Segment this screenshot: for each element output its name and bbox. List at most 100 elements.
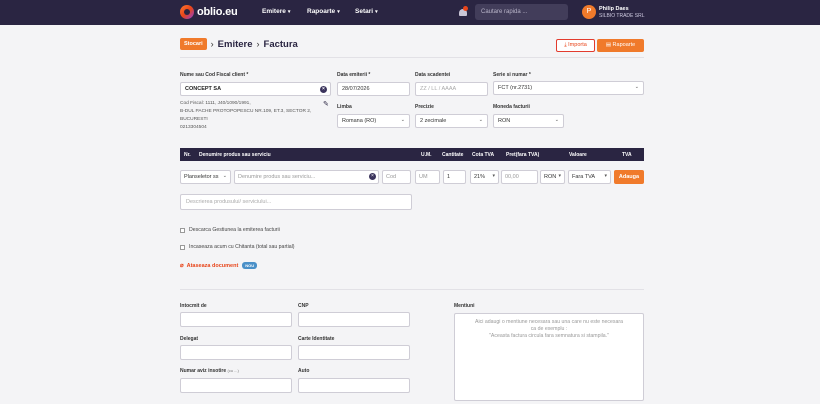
- paperclip-icon: ⌀: [180, 263, 184, 269]
- logo[interactable]: oblio.eu: [180, 5, 238, 19]
- issue-date-input[interactable]: 28/07/2026: [337, 82, 410, 96]
- unit-input[interactable]: UM: [415, 170, 440, 184]
- chevron-down-icon: ▾: [375, 9, 378, 15]
- download-icon: ⤓: [564, 42, 567, 48]
- currency-label: Moneda facturii: [493, 104, 530, 110]
- client-label: Nume sau Cod Fiscal client *: [180, 72, 249, 78]
- col-nr: Nr.: [184, 152, 191, 158]
- auto-label: Auto: [298, 368, 310, 374]
- col-um: U.M.: [421, 152, 432, 158]
- chevron-down-icon: ▾: [287, 9, 291, 15]
- chevron-down-icon: ▾: [558, 173, 561, 179]
- collect-receipt-checkbox[interactable]: Incaseaza acum cu Chitanta (total sau pa…: [180, 244, 295, 250]
- stock-badge[interactable]: Stocari: [180, 38, 207, 50]
- notes-placeholder-line: Aici adaugi o mentiune necesara sau una …: [475, 319, 623, 325]
- language-label: Limba: [337, 104, 352, 110]
- chevron-down-icon: ▾: [604, 173, 607, 179]
- edit-icon[interactable]: ✎: [323, 100, 331, 108]
- id-card-input[interactable]: [298, 345, 410, 360]
- chevron-down-icon: ▾: [337, 9, 340, 15]
- prepared-by-label: Intocmit de: [180, 303, 207, 309]
- checkbox-icon[interactable]: [180, 227, 185, 233]
- clear-icon[interactable]: ×: [320, 86, 327, 93]
- user-name[interactable]: Philip Daes: [599, 6, 629, 12]
- client-info-line: 0213304504: [180, 125, 207, 130]
- logo-icon: [180, 5, 194, 19]
- col-name: Denumire produs sau serviciu: [199, 152, 271, 158]
- page-title: Factura: [263, 38, 298, 50]
- nav-rapoarte[interactable]: Rapoarte ▾: [307, 8, 340, 15]
- product-code-input[interactable]: Cod: [382, 170, 411, 184]
- vat-type-select[interactable]: Fara TVA ▾: [568, 170, 611, 184]
- client-input[interactable]: CONCEPT SA ×: [180, 82, 331, 96]
- chevron-down-icon: ⌄: [634, 84, 639, 90]
- id-card-label: Carte Identitate: [298, 336, 335, 342]
- nav-setari[interactable]: Setari ▾: [355, 8, 378, 15]
- product-type-select[interactable]: Planseletor ss ⌄: [180, 170, 231, 184]
- breadcrumb: Stocari › Emitere › Factura: [180, 38, 298, 50]
- prepared-by-input[interactable]: [180, 312, 292, 327]
- divider: [180, 57, 644, 58]
- chevron-down-icon: ▾: [492, 173, 495, 179]
- products-table-header: Nr. Denumire produs sau serviciu U.M. Ca…: [180, 148, 644, 161]
- chevron-down-icon: ⌄: [478, 117, 483, 123]
- delegate-label: Delegat: [180, 336, 199, 342]
- chevron-down-icon: ⌄: [222, 173, 227, 179]
- notes-label: Mentiuni: [454, 303, 475, 309]
- col-qty: Cantitate: [442, 152, 464, 158]
- language-select[interactable]: Romana (RO) ⌄: [337, 114, 410, 128]
- vat-rate-select[interactable]: 21% ▾: [470, 170, 499, 184]
- chevron-right-icon: ›: [256, 39, 260, 49]
- checkbox-icon[interactable]: [180, 244, 185, 250]
- notes-placeholder-line: ca de exemplu :: [530, 326, 568, 332]
- cnp-input[interactable]: [298, 312, 410, 327]
- price-input[interactable]: 00,00: [501, 170, 538, 184]
- auto-input[interactable]: [298, 378, 410, 393]
- user-company: SILBIO TRADE SRL: [599, 13, 645, 19]
- notes-textarea[interactable]: Aici adaugi o mentiune necesara sau una …: [454, 313, 644, 401]
- import-button[interactable]: ⤓ Importa: [556, 39, 595, 52]
- client-info-line: B-DUL PACHE PROTOPOPESCU NR.109, ET.3, S…: [180, 109, 312, 114]
- series-label: Serie si numar *: [493, 72, 531, 78]
- col-vat-rate: Cota TVA: [472, 152, 495, 158]
- shipping-notice-input[interactable]: [180, 378, 292, 393]
- notes-placeholder-line: "Aceasta factura circula fara semnatura …: [489, 333, 609, 339]
- col-vat: TVA: [622, 152, 632, 158]
- col-value: Valoare: [569, 152, 587, 158]
- cnp-label: CNP: [298, 303, 309, 309]
- delegate-input[interactable]: [180, 345, 292, 360]
- quantity-input[interactable]: 1: [443, 170, 466, 184]
- due-date-label: Data scadentei: [415, 72, 451, 78]
- attach-document-link[interactable]: ⌀ Ataseaza document NOU: [180, 262, 258, 269]
- chevron-right-icon: ›: [210, 39, 214, 49]
- avatar[interactable]: P: [582, 5, 596, 19]
- client-info-line: BUCURESTI: [180, 117, 208, 122]
- shipping-notice-label: Numar aviz insotire (cu ...): [180, 368, 239, 374]
- add-product-button[interactable]: Adauga: [614, 170, 644, 184]
- precision-select[interactable]: 2 zecimale ⌄: [415, 114, 488, 128]
- precision-label: Precizie: [415, 104, 434, 110]
- breadcrumb-emitere[interactable]: Emitere: [218, 39, 253, 50]
- top-navbar: oblio.eu Emitere ▾ Rapoarte ▾ Setari ▾ Caut…: [0, 0, 820, 25]
- chevron-down-icon: ⌄: [554, 117, 559, 123]
- issue-date-label: Data emiterii *: [337, 72, 371, 78]
- nav-emitere[interactable]: Emitere ▾: [262, 8, 290, 15]
- reports-button[interactable]: ▤ Rapoarte: [597, 39, 644, 52]
- row-currency-select[interactable]: RON ▾: [540, 170, 565, 184]
- client-info-line: Cod Fiscal: 1111, J40/1090/1991,: [180, 101, 251, 106]
- notification-bell-icon[interactable]: [458, 6, 468, 18]
- col-price: Pret(fara TVA): [506, 152, 540, 158]
- series-select[interactable]: FCT (nr.2731) ⌄: [493, 81, 644, 95]
- product-name-input[interactable]: Denumire produs sau serviciu... ×: [234, 170, 379, 184]
- report-icon: ▤: [605, 42, 612, 48]
- currency-select[interactable]: RON ⌄: [493, 114, 564, 128]
- search-input[interactable]: Cautare rapida ...: [475, 4, 568, 20]
- divider: [180, 289, 644, 290]
- due-date-input[interactable]: ZZ / LL / AAAA: [415, 82, 488, 96]
- logo-text: oblio.eu: [197, 6, 238, 18]
- chevron-down-icon: ⌄: [400, 117, 405, 123]
- clear-icon[interactable]: ×: [369, 173, 376, 180]
- discharge-stock-checkbox[interactable]: Descarca Gestiunea la emiterea facturii: [180, 227, 280, 233]
- product-description-input[interactable]: Descrierea produsului/ serviciului...: [180, 194, 412, 210]
- new-badge: NOU: [242, 262, 258, 269]
